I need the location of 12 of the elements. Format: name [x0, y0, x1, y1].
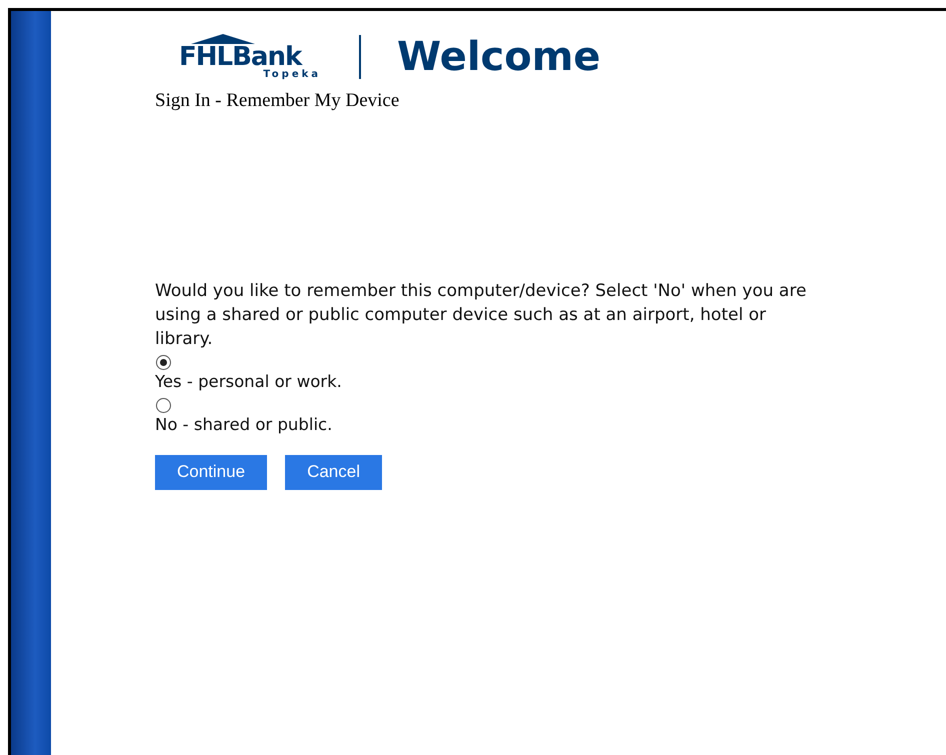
cancel-button[interactable]: Cancel: [285, 454, 382, 490]
radio-button[interactable]: [156, 398, 171, 412]
continue-button[interactable]: Continue: [155, 454, 268, 490]
roof-icon: [191, 34, 255, 44]
option-label: Yes - personal or work.: [155, 370, 342, 392]
radio-button[interactable]: [156, 354, 171, 370]
logo-subtitle: Topeka: [263, 70, 321, 80]
page-heading: Sign In - Remember My Device: [155, 89, 400, 113]
question-text: Would you like to remember this computer/device? Select 'No' when you are using a shared or public computer device such as at an airport, hotel or library.: [155, 280, 808, 350]
welcome-title: Welcome: [397, 33, 601, 81]
logo-text: FHLBank: [179, 44, 302, 70]
option-label: No - shared or public.: [155, 414, 332, 436]
